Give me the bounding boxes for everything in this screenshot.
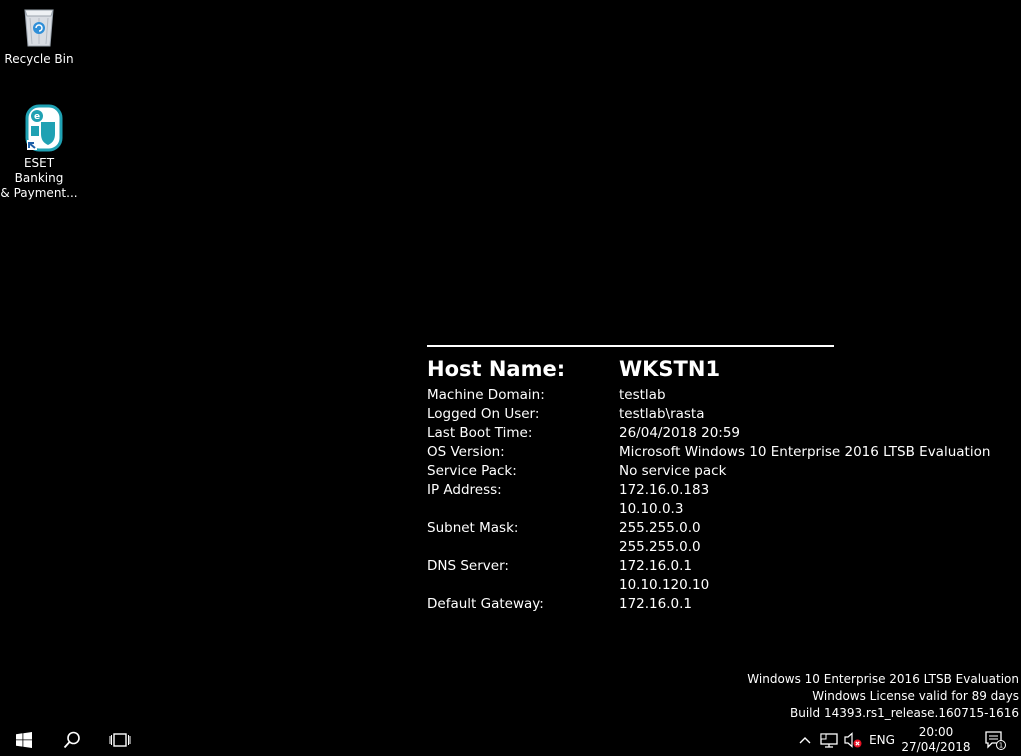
- network-icon: [820, 733, 838, 748]
- bginfo-divider: [427, 345, 834, 347]
- bginfo-row: DNS Server: 172.16.0.1: [427, 556, 1021, 575]
- bginfo-row: 10.10.120.10: [427, 575, 1021, 594]
- bginfo-row-label: Last Boot Time:: [427, 424, 533, 441]
- start-button[interactable]: [0, 724, 48, 756]
- action-center-button[interactable]: 1: [978, 724, 1012, 756]
- watermark-edition: Windows 10 Enterprise 2016 LTSB Evaluati…: [747, 672, 1019, 686]
- bginfo-row-label: IP Address:: [427, 481, 502, 498]
- watermark-build: Build 14393.rs1_release.160715-1616: [790, 706, 1019, 720]
- recycle-bin-icon: [24, 9, 54, 47]
- input-language-indicator[interactable]: ENG: [866, 724, 898, 756]
- bginfo-row: OS Version: Microsoft Windows 10 Enterpr…: [427, 442, 1021, 461]
- bginfo-row-label: Machine Domain:: [427, 386, 545, 403]
- bginfo-row: Last Boot Time: 26/04/2018 20:59: [427, 423, 1021, 442]
- bginfo-row-value: 172.16.0.183: [619, 481, 710, 498]
- watermark-license: Windows License valid for 89 days: [812, 689, 1019, 703]
- desktop: Recycle Bin e ESET Banking & Payment... …: [0, 0, 1021, 756]
- taskbar: ENG 20:00 27/04/2018 1: [0, 724, 1021, 756]
- task-view-icon: [109, 733, 131, 747]
- desktop-icon-recycle-bin[interactable]: Recycle Bin: [0, 2, 78, 67]
- bginfo-row-value: 172.16.0.1: [619, 595, 692, 612]
- bginfo-row-label: Default Gateway:: [427, 595, 544, 612]
- bginfo-row-value: 10.10.0.3: [619, 500, 684, 517]
- show-hidden-icons-button[interactable]: [795, 724, 815, 756]
- bginfo-row: 10.10.0.3: [427, 499, 1021, 518]
- bginfo-row-value: testlab\rasta: [619, 405, 705, 422]
- bginfo-row-label: OS Version:: [427, 443, 505, 460]
- bginfo-row-value: Microsoft Windows 10 Enterprise 2016 LTS…: [619, 443, 991, 460]
- host-name-label: Host Name:: [427, 357, 566, 381]
- bginfo-row-label: Service Pack:: [427, 462, 517, 479]
- clock-date: 27/04/2018: [901, 740, 971, 754]
- clock[interactable]: 20:00 27/04/2018: [900, 724, 972, 756]
- clock-time: 20:00: [918, 725, 954, 739]
- eset-shield-icon: e: [25, 104, 63, 152]
- bginfo-row-value: 26/04/2018 20:59: [619, 424, 741, 441]
- bginfo-row-value: 10.10.120.10: [619, 576, 710, 593]
- bginfo-row-value: 255.255.0.0: [619, 538, 701, 555]
- bginfo-panel: Host Name: WKSTN1 Machine Domain: testla…: [427, 345, 1021, 613]
- bginfo-row: Default Gateway: 172.16.0.1: [427, 594, 1021, 613]
- recycle-bin-label: Recycle Bin: [4, 52, 74, 66]
- notification-count: 1: [999, 742, 1003, 750]
- bginfo-row-value: No service pack: [619, 462, 727, 479]
- bginfo-row: IP Address: 172.16.0.183: [427, 480, 1021, 499]
- bginfo-row: Logged On User: testlab\rasta: [427, 404, 1021, 423]
- bginfo-host-row: Host Name: WKSTN1: [427, 353, 1021, 385]
- windows-watermark: Windows 10 Enterprise 2016 LTSB Evaluati…: [747, 671, 1019, 722]
- desktop-icon-eset-banking[interactable]: e ESET Banking & Payment...: [0, 104, 78, 201]
- bginfo-row: Machine Domain: testlab: [427, 385, 1021, 404]
- bginfo-row-label: DNS Server:: [427, 557, 509, 574]
- bginfo-row: Subnet Mask: 255.255.0.0: [427, 518, 1021, 537]
- volume-tray-button[interactable]: [842, 724, 864, 756]
- bginfo-row-value: testlab: [619, 386, 666, 403]
- bginfo-row-label: Logged On User:: [427, 405, 540, 422]
- bginfo-row-value: 172.16.0.1: [619, 557, 692, 574]
- bginfo-row-value: 255.255.0.0: [619, 519, 701, 536]
- volume-muted-icon: [844, 732, 862, 748]
- windows-logo-icon: [16, 732, 32, 748]
- task-view-button[interactable]: [96, 724, 144, 756]
- svg-text:e: e: [34, 112, 40, 122]
- bginfo-row-label: Subnet Mask:: [427, 519, 519, 536]
- network-tray-button[interactable]: [818, 724, 840, 756]
- search-icon: [63, 731, 80, 749]
- bginfo-row: 255.255.0.0: [427, 537, 1021, 556]
- host-name-value: WKSTN1: [619, 357, 721, 381]
- action-center-icon: 1: [985, 731, 1006, 750]
- bginfo-row: Service Pack: No service pack: [427, 461, 1021, 480]
- search-button[interactable]: [48, 724, 96, 756]
- chevron-up-icon: [799, 737, 811, 744]
- eset-banking-label: ESET Banking & Payment...: [0, 156, 78, 200]
